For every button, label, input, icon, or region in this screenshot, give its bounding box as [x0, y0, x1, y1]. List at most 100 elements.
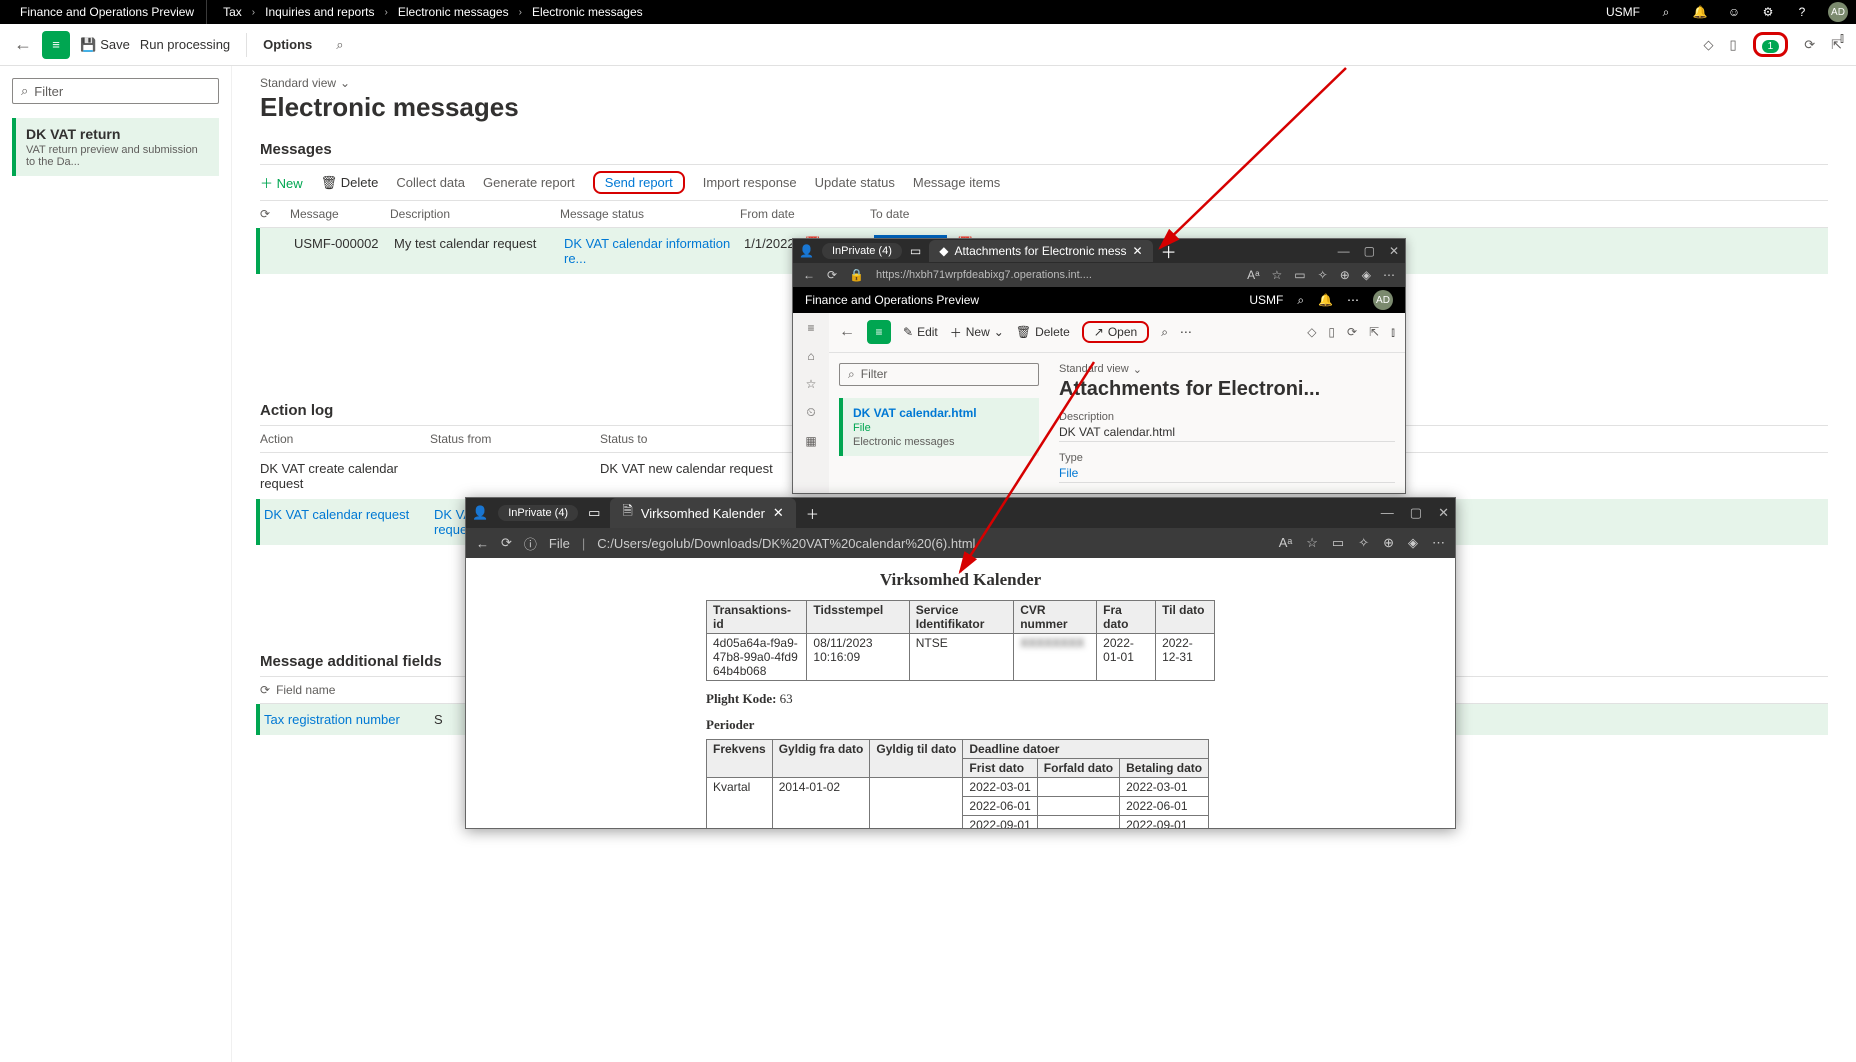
close-icon[interactable]: ✕ — [1133, 244, 1143, 258]
col-message[interactable]: Message — [290, 207, 390, 221]
company-code[interactable]: USMF — [1606, 5, 1640, 19]
browser-tab[interactable]: 🗎 Virksomhed Kalender ✕ — [610, 498, 795, 528]
refresh-icon[interactable]: ⟳ — [260, 683, 270, 697]
bell-icon[interactable]: 🔔 — [1318, 293, 1333, 307]
tab-overview-icon[interactable]: ▭ — [910, 244, 921, 258]
wallet-icon[interactable]: ◈ — [1408, 535, 1418, 551]
favorites-icon[interactable]: ✧ — [1318, 268, 1328, 282]
url-field[interactable]: https://hxbh71wrpfdeabixg7.operations.in… — [876, 269, 1235, 281]
edit-button[interactable]: ✎ Edit — [903, 325, 938, 339]
crumb[interactable]: Inquiries and reports — [265, 5, 374, 19]
more-icon[interactable]: ⋯ — [1347, 293, 1359, 307]
import-response-button[interactable]: Import response — [703, 175, 797, 190]
new-tab-icon[interactable]: ＋ — [1161, 239, 1177, 263]
diamond-icon[interactable]: ◇ — [1703, 37, 1713, 53]
wallet-icon[interactable]: ◈ — [1362, 268, 1371, 282]
extensions-icon[interactable]: ⊕ — [1383, 535, 1394, 551]
refresh-icon[interactable]: ⟳ — [1804, 37, 1815, 53]
col-status-to[interactable]: Status to — [600, 432, 800, 446]
crumb[interactable]: Tax — [223, 5, 242, 19]
hamburger-icon[interactable]: ≡ — [42, 31, 70, 59]
read-aloud-icon[interactable]: Aᵃ — [1247, 268, 1259, 282]
grid-icon[interactable]: ▦ — [805, 434, 816, 448]
col-fromdate[interactable]: From date — [740, 207, 870, 221]
refresh-icon[interactable]: ⟳ — [501, 535, 512, 551]
back-icon[interactable]: ← — [803, 268, 815, 282]
col-todate[interactable]: To date — [870, 207, 1020, 221]
pages-icon[interactable]: ▯ — [1729, 37, 1736, 53]
back-arrow-icon[interactable]: ← — [839, 323, 855, 341]
read-aloud-icon[interactable]: Aᵃ — [1279, 535, 1293, 551]
crumb[interactable]: Electronic messages — [532, 5, 643, 19]
collect-data-button[interactable]: Collect data — [396, 175, 465, 190]
refresh-icon[interactable]: ⟳ — [260, 207, 290, 221]
col-action[interactable]: Action — [260, 432, 430, 446]
search-icon[interactable]: ⌕ — [1658, 4, 1674, 20]
hamburger-icon[interactable]: ≡ — [807, 321, 814, 335]
filter-input[interactable]: ⌕ Filter — [839, 363, 1039, 386]
send-report-button[interactable]: Send report — [593, 171, 685, 194]
collections-icon[interactable]: ▭ — [1332, 535, 1344, 551]
collections-icon[interactable]: ▭ — [1294, 268, 1305, 282]
delete-button[interactable]: 🗑 Delete — [321, 175, 379, 191]
profile-icon[interactable]: 👤 — [472, 505, 488, 521]
bell-icon[interactable]: 🔔 — [1692, 4, 1708, 20]
pages-icon[interactable]: ▯ — [1328, 325, 1335, 340]
col-fieldname[interactable]: Field name — [276, 683, 335, 697]
hamburger-icon[interactable]: ≡ — [867, 320, 891, 344]
help-icon[interactable]: ? — [1794, 4, 1810, 20]
popout-icon[interactable]: ⇱ — [1369, 325, 1379, 340]
maximize-icon[interactable]: ▢ — [1410, 505, 1422, 521]
new-button[interactable]: ＋ New — [260, 173, 303, 192]
more-icon[interactable]: ⋯ — [1180, 325, 1192, 339]
save-button[interactable]: 💾 Save — [80, 37, 130, 53]
close-icon[interactable]: ✕ — [1438, 505, 1449, 521]
minimize-icon[interactable]: — — [1338, 244, 1350, 258]
filter-funnel-icon[interactable]: ⫾ — [1840, 30, 1844, 46]
new-button[interactable]: ＋ New ⌄ — [950, 324, 1004, 341]
options-button[interactable]: Options — [263, 37, 312, 52]
url-field[interactable]: C:/Users/egolub/Downloads/DK%20VAT%20cal… — [597, 536, 975, 551]
generate-report-button[interactable]: Generate report — [483, 175, 575, 190]
avatar[interactable]: AD — [1828, 2, 1848, 22]
notification-button[interactable]: 1 — [1753, 32, 1789, 57]
search-icon[interactable]: ⌕ — [336, 37, 343, 53]
tab-overview-icon[interactable]: ▭ — [588, 505, 600, 521]
extensions-icon[interactable]: ⊕ — [1340, 268, 1350, 282]
message-items-button[interactable]: Message items — [913, 175, 1000, 190]
maximize-icon[interactable]: ▢ — [1364, 244, 1375, 258]
more-icon[interactable]: ⋯ — [1432, 535, 1445, 551]
more-icon[interactable]: ⋯ — [1383, 268, 1395, 282]
search-icon[interactable]: ⌕ — [1161, 325, 1168, 340]
col-status-from[interactable]: Status from — [430, 432, 600, 446]
filter-funnel-icon[interactable]: ⫾ — [1391, 325, 1395, 340]
close-icon[interactable]: ✕ — [1389, 244, 1399, 258]
refresh-icon[interactable]: ⟳ — [827, 268, 837, 282]
profile-icon[interactable]: 👤 — [799, 244, 814, 258]
star-icon[interactable]: ☆ — [1272, 268, 1283, 282]
search-icon[interactable]: ⌕ — [1297, 293, 1304, 308]
clock-icon[interactable]: ⏲ — [806, 405, 815, 420]
update-status-button[interactable]: Update status — [815, 175, 895, 190]
cell-status[interactable]: DK VAT calendar information re... — [564, 236, 744, 266]
smiley-icon[interactable]: ☺ — [1726, 4, 1742, 20]
home-icon[interactable]: ⌂ — [807, 349, 814, 363]
minimize-icon[interactable]: — — [1381, 505, 1394, 521]
view-selector[interactable]: Standard view ⌄ — [1059, 363, 1395, 376]
col-status[interactable]: Message status — [560, 207, 740, 221]
open-button[interactable]: ↗ Open — [1082, 321, 1149, 343]
crumb[interactable]: Electronic messages — [398, 5, 509, 19]
back-arrow-icon[interactable]: ← — [14, 34, 32, 55]
filter-input[interactable]: ⌕ Filter — [12, 78, 219, 104]
col-description[interactable]: Description — [390, 207, 560, 221]
star-icon[interactable]: ☆ — [806, 377, 817, 391]
new-tab-icon[interactable]: ＋ — [806, 504, 819, 523]
company-code[interactable]: USMF — [1249, 293, 1283, 307]
avatar[interactable]: AD — [1373, 290, 1393, 310]
view-selector[interactable]: Standard view ⌄ — [260, 76, 1828, 90]
back-icon[interactable]: ← — [476, 536, 489, 551]
browser-tab[interactable]: ◆ Attachments for Electronic mess ✕ — [929, 240, 1152, 262]
gear-icon[interactable]: ⚙ — [1760, 4, 1776, 20]
refresh-icon[interactable]: ⟳ — [1347, 325, 1357, 340]
close-icon[interactable]: ✕ — [773, 505, 784, 521]
